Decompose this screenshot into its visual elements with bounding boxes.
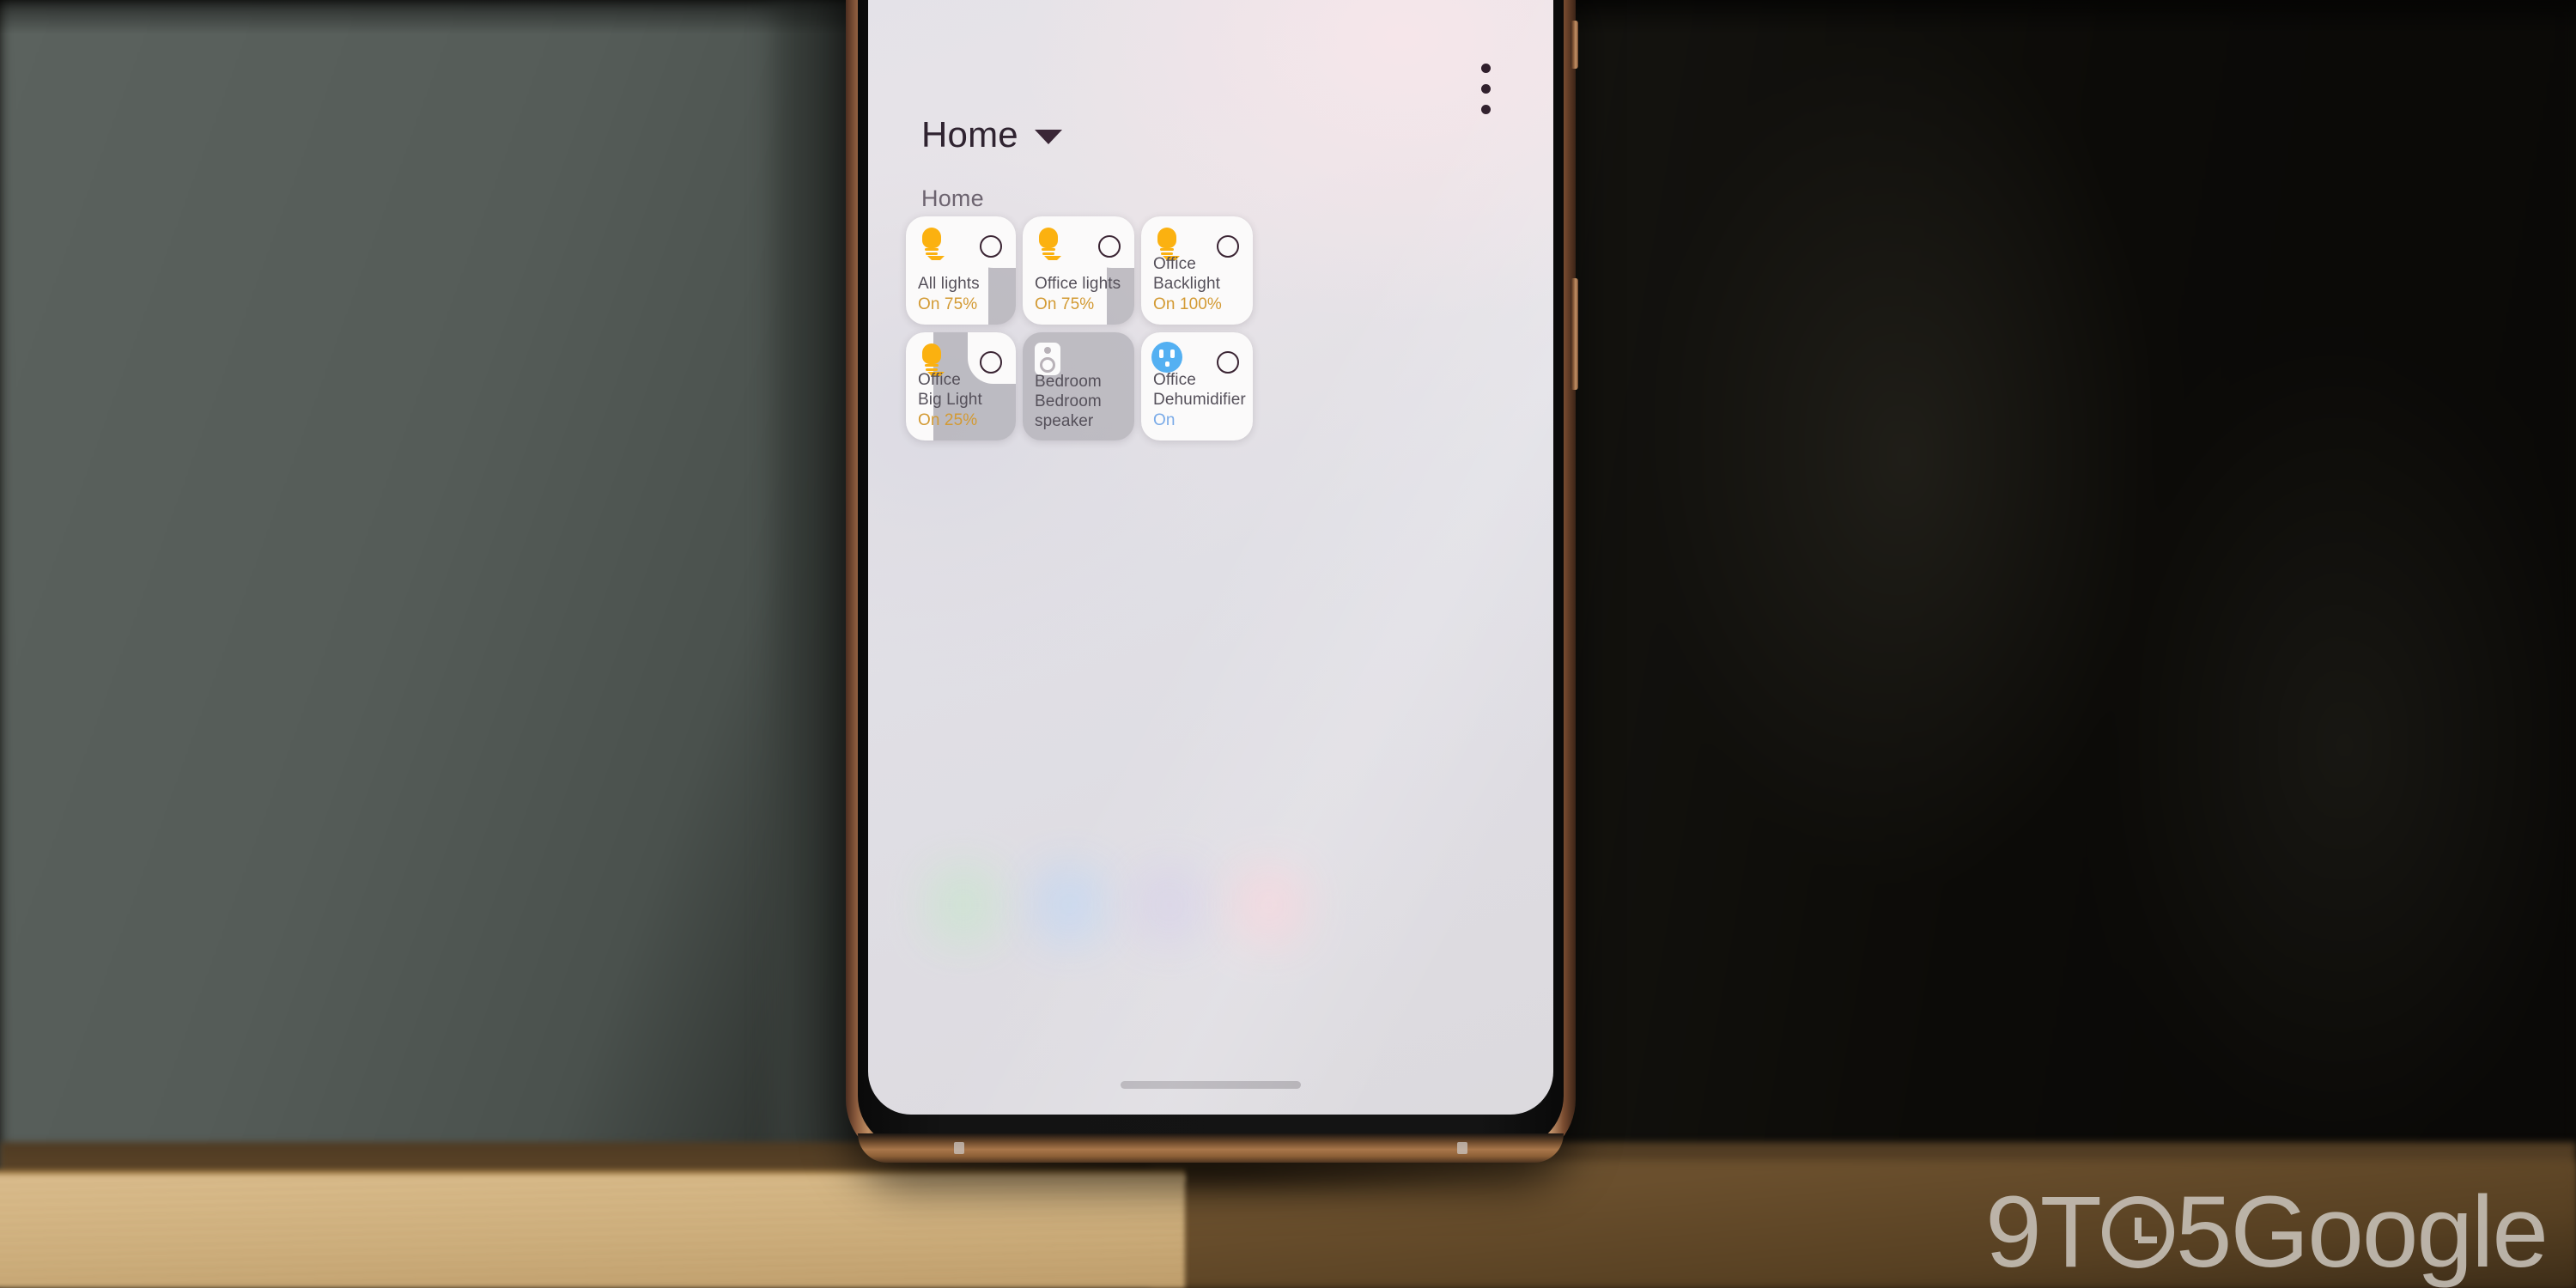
card-text: Office Dehumidifier On bbox=[1153, 370, 1246, 431]
app-icon-green bbox=[927, 866, 1000, 945]
device-card-bedroom-speaker[interactable]: Bedroom Bedroom speaker bbox=[1023, 332, 1134, 440]
section-label: Home bbox=[921, 185, 984, 211]
phone-screen: Home Home All lights On 75% Office light… bbox=[868, 0, 1553, 1115]
volume-button[interactable] bbox=[1571, 21, 1578, 69]
device-card-office-dehumidifier[interactable]: Office Dehumidifier On bbox=[1141, 332, 1253, 440]
caret-down-icon bbox=[1034, 130, 1062, 144]
blurred-dock-icons bbox=[913, 866, 1514, 969]
screenshot-canvas: Home Home All lights On 75% Office light… bbox=[0, 0, 2576, 1288]
device-name: Backlight bbox=[1153, 275, 1220, 293]
dot-3 bbox=[1480, 104, 1491, 114]
device-room: Office bbox=[918, 371, 961, 389]
device-room: Office bbox=[1153, 255, 1196, 273]
watermark-prefix: 9T bbox=[1985, 1176, 2102, 1288]
phone-device: Home Home All lights On 75% Office light… bbox=[846, 0, 1578, 1163]
card-text: Office Backlight On 100% bbox=[1153, 254, 1244, 315]
device-status: On 100% bbox=[1153, 295, 1222, 313]
device-status: On bbox=[1153, 411, 1176, 429]
device-room: Bedroom bbox=[1035, 373, 1102, 391]
dot-1 bbox=[1480, 63, 1491, 73]
lightbulb-icon bbox=[918, 228, 945, 260]
device-name: Dehumidifier bbox=[1153, 391, 1246, 409]
more-vertical-icon[interactable] bbox=[1466, 49, 1505, 128]
device-room: Office bbox=[1153, 371, 1196, 389]
device-name: Big Light bbox=[918, 391, 982, 409]
device-name: All lights bbox=[918, 275, 980, 293]
wood-grain-texture bbox=[0, 1178, 1185, 1288]
watermark-9to5google: 9T 5Google bbox=[1985, 1176, 2549, 1288]
power-button[interactable] bbox=[1571, 278, 1578, 390]
power-outlet-icon bbox=[1151, 342, 1182, 373]
device-card-office-big-light[interactable]: Office Big Light On 25% bbox=[906, 332, 1016, 440]
card-row-1: All lights On 75% Office lights On 75% O… bbox=[906, 216, 1267, 325]
background-right-dark bbox=[1528, 0, 2576, 1202]
device-name: Bedroom speaker bbox=[1035, 392, 1102, 430]
toggle-circle-icon[interactable] bbox=[1098, 235, 1121, 258]
home-selector[interactable]: Home bbox=[921, 117, 1062, 153]
antenna-line-right bbox=[1457, 1142, 1467, 1154]
antenna-line-left bbox=[954, 1142, 964, 1154]
app-icon-blue bbox=[1033, 866, 1107, 945]
device-status: On 75% bbox=[1035, 295, 1095, 313]
card-text: Office lights On 75% bbox=[1035, 274, 1126, 315]
device-name: Office lights bbox=[1035, 275, 1121, 293]
device-card-office-lights[interactable]: Office lights On 75% bbox=[1023, 216, 1134, 325]
device-card-all-lights[interactable]: All lights On 75% bbox=[906, 216, 1016, 325]
device-card-office-backlight[interactable]: Office Backlight On 100% bbox=[1141, 216, 1253, 325]
device-status: On 25% bbox=[918, 411, 978, 429]
lightbulb-icon bbox=[1035, 228, 1062, 260]
card-text: All lights On 75% bbox=[918, 274, 1007, 315]
card-text: Office Big Light On 25% bbox=[918, 370, 1007, 431]
toggle-circle-icon[interactable] bbox=[980, 235, 1002, 258]
dot-2 bbox=[1480, 83, 1491, 94]
page-title: Home bbox=[921, 114, 1018, 155]
device-status: On 75% bbox=[918, 295, 978, 313]
watermark-suffix: 5Google bbox=[2175, 1176, 2549, 1288]
card-text: Bedroom Bedroom speaker bbox=[1035, 372, 1126, 431]
app-icon-lavender bbox=[1133, 866, 1206, 945]
phone-bottom-edge bbox=[858, 1133, 1564, 1163]
card-row-2: Office Big Light On 25% Bedroom Bedroom … bbox=[906, 332, 1267, 440]
speaker-icon bbox=[1035, 343, 1060, 375]
clock-icon bbox=[2101, 1196, 2174, 1268]
app-icon-pink bbox=[1232, 866, 1306, 945]
device-card-grid: All lights On 75% Office lights On 75% O… bbox=[906, 216, 1267, 448]
home-gesture-bar[interactable] bbox=[1121, 1081, 1301, 1089]
home-controls-panel: Home Home All lights On 75% Office light… bbox=[868, 0, 1553, 1115]
